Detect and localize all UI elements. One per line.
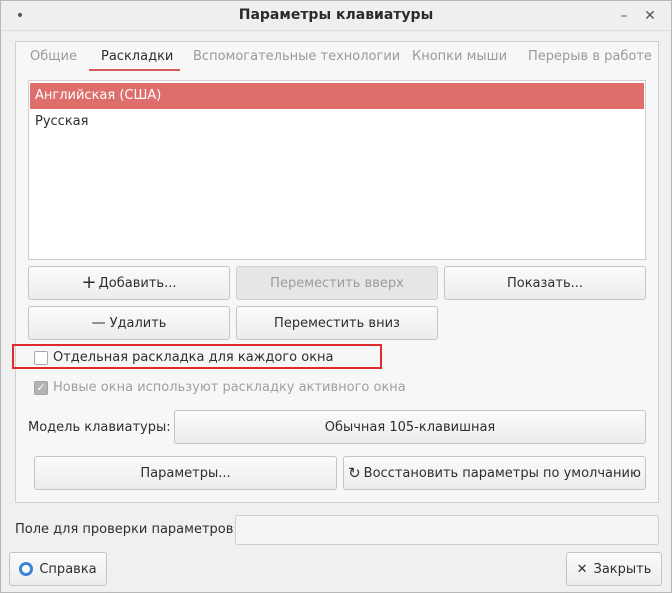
help-lifebuoy-icon bbox=[19, 562, 34, 576]
minimize-icon[interactable]: – bbox=[615, 7, 633, 25]
options-button[interactable]: Параметры... bbox=[34, 456, 337, 490]
tab-accessibility[interactable]: Вспомогательные технологии bbox=[193, 49, 400, 64]
test-field-input[interactable] bbox=[235, 515, 659, 545]
move-down-label: Переместить вниз bbox=[274, 315, 400, 331]
help-button-label: Справка bbox=[39, 561, 97, 577]
reset-icon: ↻ bbox=[348, 463, 361, 482]
remove-layout-label: Удалить bbox=[109, 315, 167, 331]
remove-layout-button[interactable]: — Удалить bbox=[28, 306, 230, 340]
highlight-frame bbox=[12, 344, 382, 369]
title-bar: • Параметры клавиатуры – ✕ bbox=[1, 1, 671, 31]
tab-layouts[interactable]: Раскладки bbox=[101, 49, 173, 64]
window-title: Параметры клавиатуры bbox=[238, 7, 434, 23]
help-button[interactable]: Справка bbox=[9, 552, 107, 586]
keyboard-model-label: Модель клавиатуры: bbox=[28, 420, 171, 435]
options-button-label: Параметры... bbox=[140, 465, 231, 481]
reset-defaults-button[interactable]: ↻ Восстановить параметры по умолчанию bbox=[343, 456, 646, 490]
add-layout-label: Добавить... bbox=[98, 275, 177, 291]
move-down-button[interactable]: Переместить вниз bbox=[236, 306, 438, 340]
tab-typing-break[interactable]: Перерыв в работе bbox=[528, 49, 652, 64]
new-windows-label: Новые окна используют раскладку активног… bbox=[53, 380, 406, 395]
tab-mouse-keys[interactable]: Кнопки мыши bbox=[412, 49, 507, 64]
close-button-label: Закрыть bbox=[593, 561, 652, 577]
layout-item-russian[interactable]: Русская bbox=[30, 109, 644, 135]
minus-icon: — bbox=[91, 315, 106, 331]
move-up-label: Переместить вверх bbox=[270, 275, 404, 291]
new-windows-checkbox[interactable]: ✓ bbox=[34, 380, 48, 395]
reset-defaults-label: Восстановить параметры по умолчанию bbox=[363, 465, 641, 481]
tab-notebook: Общие Раскладки Вспомогательные технолог… bbox=[15, 41, 659, 503]
window-close-icon[interactable]: ✕ bbox=[641, 7, 659, 25]
new-windows-option[interactable]: ✓ Новые окна используют раскладку активн… bbox=[34, 380, 406, 395]
keyboard-preferences-window: • Параметры клавиатуры – ✕ Общие Расклад… bbox=[0, 0, 672, 593]
move-up-button[interactable]: Переместить вверх bbox=[236, 266, 438, 300]
layout-item-english-us[interactable]: Английская (США) bbox=[30, 83, 644, 109]
keyboard-model-value: Обычная 105-клавишная bbox=[324, 419, 496, 435]
close-icon: ✕ bbox=[576, 561, 588, 577]
plus-icon: + bbox=[81, 272, 97, 293]
active-tab-indicator bbox=[89, 69, 180, 71]
test-field-label: Поле для проверки параметров: bbox=[15, 522, 238, 537]
show-layout-label: Показать... bbox=[506, 275, 584, 291]
close-button[interactable]: ✕ Закрыть bbox=[566, 552, 662, 586]
add-layout-button[interactable]: + Добавить... bbox=[28, 266, 230, 300]
show-layout-button[interactable]: Показать... bbox=[444, 266, 646, 300]
layout-list[interactable]: Английская (США) Русская bbox=[28, 80, 646, 260]
tab-bar: Общие Раскладки Вспомогательные технолог… bbox=[16, 42, 658, 72]
tab-general[interactable]: Общие bbox=[30, 49, 77, 64]
keyboard-model-button[interactable]: Обычная 105-клавишная bbox=[174, 410, 646, 444]
